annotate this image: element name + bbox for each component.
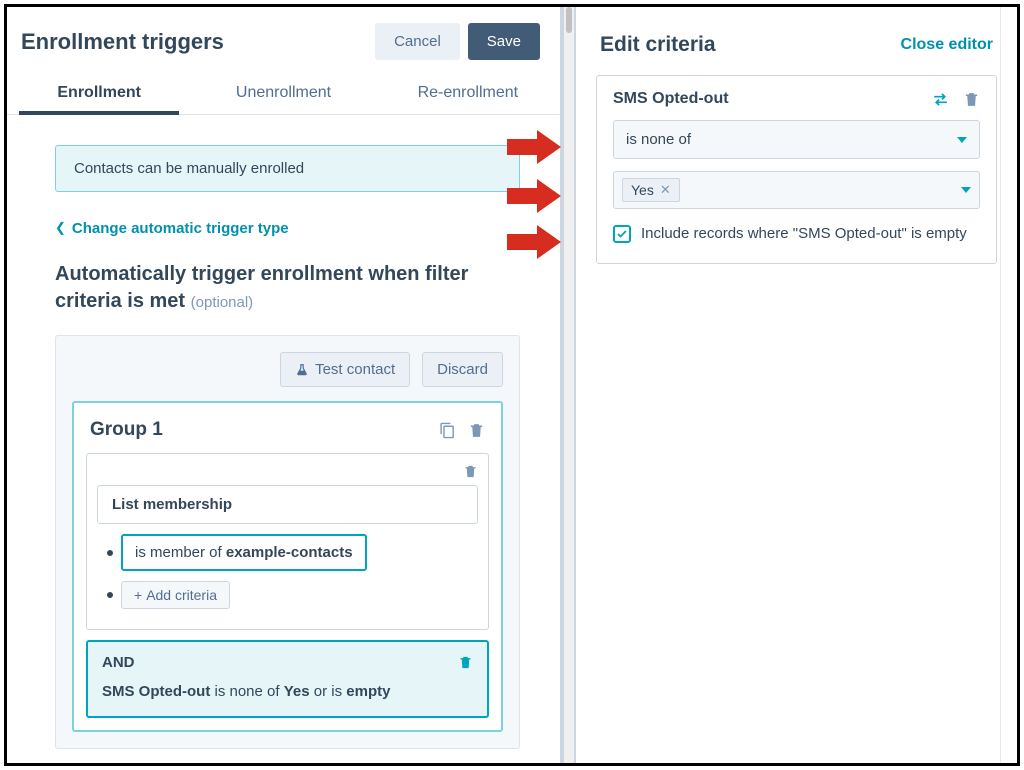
tabs: Enrollment Unenrollment Re-enrollment bbox=[7, 70, 560, 115]
check-icon bbox=[616, 228, 628, 240]
value-tag: Yes ✕ bbox=[622, 178, 680, 202]
edit-criteria-card: SMS Opted-out is none of Yes ✕ bbox=[596, 75, 997, 264]
filter-group: Group 1 bbox=[72, 401, 503, 732]
save-button[interactable]: Save bbox=[468, 23, 540, 60]
criteria-chip[interactable]: is member of example-contacts bbox=[121, 534, 367, 571]
and-criteria-block[interactable]: AND SMS Opted-out is none of Yes or is e… bbox=[86, 640, 489, 718]
operator-select[interactable]: is none of bbox=[613, 120, 980, 159]
annotation-arrow-icon bbox=[507, 130, 561, 164]
cancel-button[interactable]: Cancel bbox=[375, 23, 460, 60]
manual-enroll-notice: Contacts can be manually enrolled bbox=[55, 145, 520, 192]
property-name: SMS Opted-out bbox=[613, 90, 918, 108]
chevron-down-icon bbox=[961, 187, 971, 193]
value-select[interactable]: Yes ✕ bbox=[613, 171, 980, 209]
close-editor-link[interactable]: Close editor bbox=[901, 36, 993, 54]
trash-icon[interactable] bbox=[458, 655, 473, 670]
swap-icon[interactable] bbox=[932, 91, 949, 108]
trash-icon[interactable] bbox=[468, 422, 485, 439]
test-contact-button[interactable]: Test contact bbox=[280, 352, 410, 387]
plus-icon: + bbox=[134, 587, 142, 603]
list-membership-label: List membership bbox=[97, 485, 478, 524]
filter-section-heading: Automatically trigger enrollment when fi… bbox=[55, 261, 520, 315]
remove-tag-icon[interactable]: ✕ bbox=[660, 182, 671, 198]
trash-icon[interactable] bbox=[463, 464, 478, 479]
copy-icon[interactable] bbox=[439, 422, 456, 439]
vertical-scrollbar[interactable] bbox=[562, 7, 576, 763]
group-title: Group 1 bbox=[90, 419, 427, 441]
annotation-arrow-icon bbox=[507, 225, 561, 259]
include-empty-label: Include records where "SMS Opted-out" is… bbox=[641, 223, 967, 245]
edit-criteria-title: Edit criteria bbox=[600, 33, 901, 57]
and-criteria-text: SMS Opted-out is none of Yes or is empty bbox=[102, 681, 473, 704]
chevron-left-icon: ❯ bbox=[55, 221, 66, 237]
change-trigger-type-link[interactable]: ❯ Change automatic trigger type bbox=[55, 220, 520, 237]
criteria-block: List membership is member of example-con… bbox=[86, 453, 489, 630]
add-criteria-button[interactable]: + Add criteria bbox=[121, 581, 230, 609]
page-title: Enrollment triggers bbox=[21, 29, 367, 55]
tab-reenrollment[interactable]: Re-enrollment bbox=[376, 70, 560, 114]
trash-icon[interactable] bbox=[963, 91, 980, 108]
tab-enrollment[interactable]: Enrollment bbox=[7, 70, 191, 114]
chevron-down-icon bbox=[957, 137, 967, 143]
include-empty-checkbox[interactable] bbox=[613, 225, 631, 243]
bullet-icon bbox=[107, 550, 113, 556]
tab-unenrollment[interactable]: Unenrollment bbox=[191, 70, 375, 114]
bullet-icon bbox=[107, 592, 113, 598]
and-label: AND bbox=[102, 654, 458, 671]
change-trigger-type-label: Change automatic trigger type bbox=[72, 220, 289, 237]
discard-button[interactable]: Discard bbox=[422, 352, 503, 387]
vertical-scrollbar-right[interactable] bbox=[1000, 7, 1017, 763]
annotation-arrow-icon bbox=[507, 179, 561, 213]
optional-label: (optional) bbox=[191, 294, 254, 311]
flask-icon bbox=[295, 363, 309, 377]
